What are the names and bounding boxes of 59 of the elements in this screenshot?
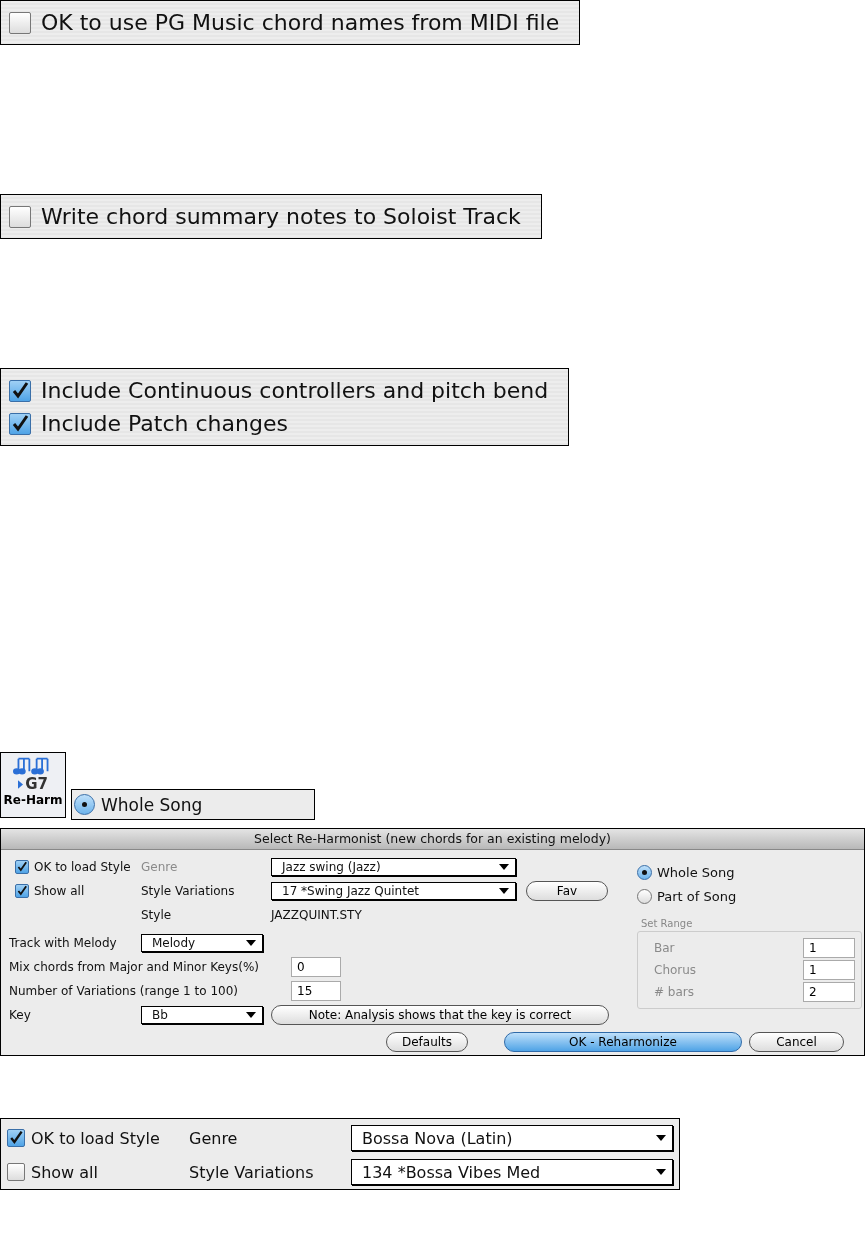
caret-icon [499, 864, 509, 870]
radio-label: Whole Song [101, 794, 203, 815]
chord-label: G7 [25, 775, 48, 793]
checkbox-label: Show all [34, 884, 85, 898]
checkbox[interactable] [9, 205, 31, 228]
field-label: Track with Melody [9, 936, 118, 950]
style-variations-dropdown[interactable]: 134 *Bossa Vibes Med [351, 1159, 673, 1185]
checkbox[interactable] [15, 860, 29, 874]
field-label: Style [141, 908, 173, 922]
radio-button[interactable] [74, 794, 95, 815]
style-file-name: JAZZQUINT.STY [271, 908, 362, 922]
field-label: # bars [654, 985, 695, 999]
button-label: Re-Harm [3, 793, 63, 807]
caret-icon [246, 1012, 256, 1018]
group-title: Set Range [641, 918, 694, 929]
field-label: Bar [654, 941, 675, 955]
triangle-icon [18, 779, 24, 789]
checkbox[interactable] [7, 1129, 25, 1147]
key-dropdown[interactable]: Bb [141, 1006, 263, 1024]
checkbox-label: Show all [31, 1162, 98, 1182]
field-label: Key [9, 1008, 32, 1022]
checkbox-label: Include Continuous controllers and pitch bend [41, 378, 549, 403]
caret-icon [246, 940, 256, 946]
checkbox[interactable] [9, 11, 31, 34]
radio-label: Whole Song [657, 864, 735, 880]
input-field[interactable]: 15 [291, 981, 341, 1001]
checkbox-label: Write chord summary notes to Soloist Track [41, 204, 521, 229]
checkbox-label: Include Patch changes [41, 411, 288, 436]
fav-button[interactable]: Fav [526, 881, 608, 901]
field-label: Mix chords from Major and Minor Keys(%) [9, 960, 260, 974]
caret-icon [656, 1135, 666, 1141]
checkbox-label: OK to load Style [31, 1128, 160, 1148]
window-title: Select Re-Harmonist (new chords for an existing melody) [1, 829, 864, 850]
checkbox-label: OK to use PG Music chord names from MIDI file [41, 10, 560, 35]
caret-icon [499, 888, 509, 894]
ok-button[interactable]: OK - Reharmonize [504, 1032, 742, 1052]
radio-button[interactable] [637, 888, 652, 904]
checkbox[interactable] [7, 1163, 25, 1181]
checkbox-label: OK to load Style [34, 860, 131, 874]
checkbox[interactable] [9, 379, 31, 402]
field-label: Style Variations [141, 884, 236, 898]
radio-label: Part of Song [657, 888, 737, 904]
field-label: Chorus [654, 963, 697, 977]
reharm-toolbar-button[interactable]: G7 Re-Harm [0, 752, 66, 818]
dialog-button[interactable]: Defaults [386, 1032, 468, 1052]
checkbox[interactable] [9, 412, 31, 435]
note-button[interactable]: Note: Analysis shows that the key is correct [271, 1005, 609, 1025]
melody-track-dropdown[interactable]: Melody [141, 934, 263, 952]
checkbox[interactable] [15, 884, 29, 898]
field-label: Number of Variations (range 1 to 100) [9, 984, 239, 998]
dialog-button[interactable]: Cancel [749, 1032, 844, 1052]
field-label: Genre [189, 1128, 239, 1148]
caret-icon [656, 1169, 666, 1175]
field-label: Genre [141, 860, 179, 874]
genre-dropdown[interactable]: Bossa Nova (Latin) [351, 1125, 673, 1151]
style-variations-dropdown[interactable]: 17 *Swing Jazz Quintet [271, 882, 516, 900]
field-label: Style Variations [189, 1162, 315, 1182]
input-field[interactable]: 0 [291, 957, 341, 977]
radio-button[interactable] [637, 864, 652, 880]
